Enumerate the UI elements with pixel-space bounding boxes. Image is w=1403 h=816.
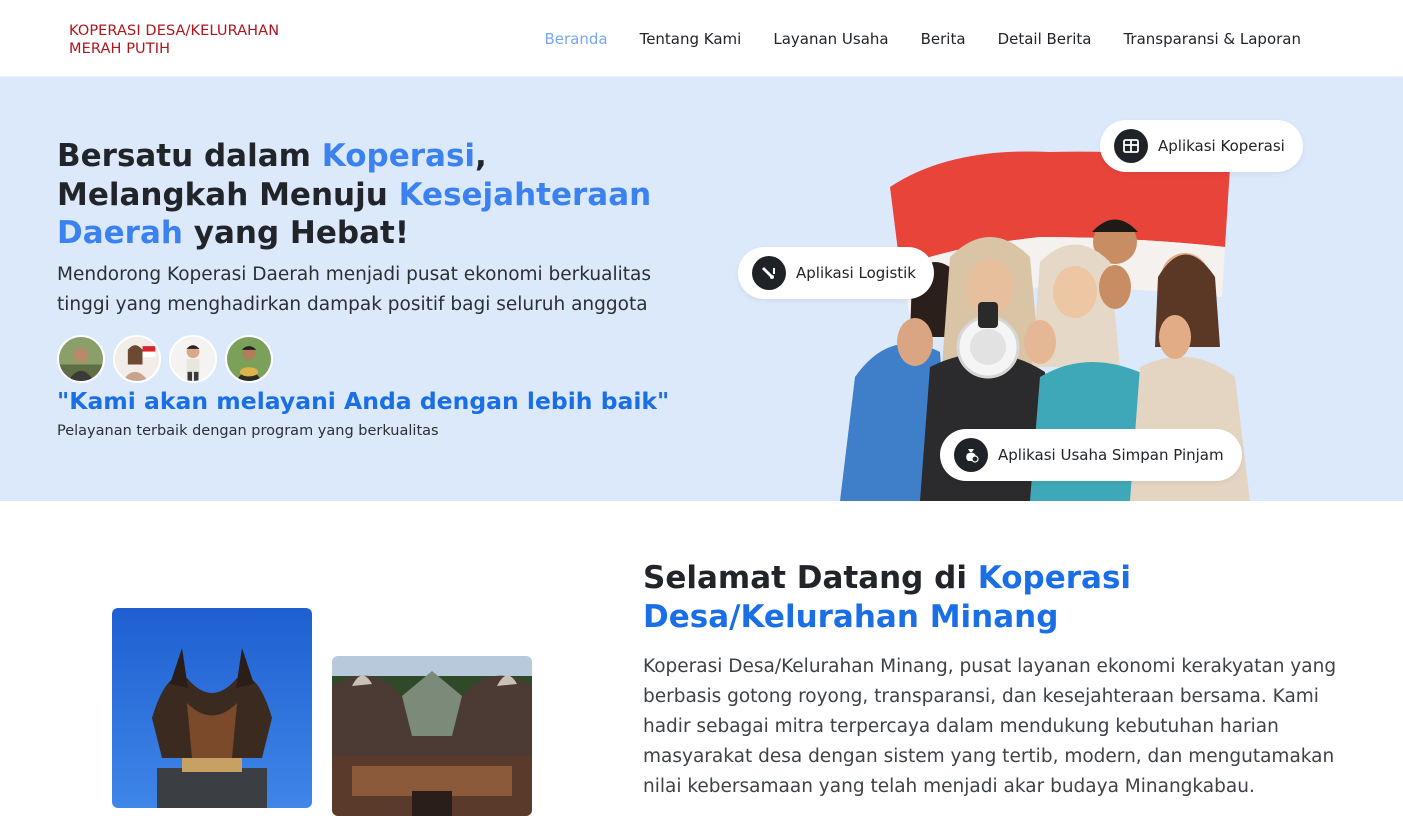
hero-lead: Mendorong Koperasi Daerah menjadi pusat … <box>57 264 651 315</box>
navbar: KOPERASI DESA/KELURAHAN MERAH PUTIH Bera… <box>0 0 1403 77</box>
avatar <box>169 335 217 383</box>
brand-logo-text[interactable]: KOPERASI DESA/KELURAHAN MERAH PUTIH <box>69 22 279 58</box>
avatar <box>225 335 273 383</box>
hero-quote: "Kami akan melayani Anda dengan lebih ba… <box>57 387 670 415</box>
app-logistik-label: Aplikasi Logistik <box>796 264 916 282</box>
hero-title-part: Bersatu dalam <box>57 138 322 174</box>
app-koperasi-badge[interactable]: Aplikasi Koperasi <box>1100 120 1303 172</box>
avatar <box>113 335 161 383</box>
avatar <box>57 335 105 383</box>
truck-icon <box>752 256 786 290</box>
welcome-title: Selamat Datang di Koperasi Desa/Keluraha… <box>643 559 1343 636</box>
rumah-gadang-image-tall <box>112 608 312 808</box>
hero-section: Bersatu dalam Koperasi, Melangkah Menuju… <box>0 77 1403 501</box>
app-simpan-pinjam-label: Aplikasi Usaha Simpan Pinjam <box>998 446 1224 464</box>
app-koperasi-label: Aplikasi Koperasi <box>1158 137 1285 155</box>
welcome-title-part: Selamat Datang di <box>643 560 978 596</box>
brand-line-1: KOPERASI DESA/KELURAHAN <box>69 23 280 39</box>
nav-item-transparansi-laporan[interactable]: Transparansi & Laporan <box>1123 30 1301 48</box>
hero-title-highlight-koperasi: Koperasi <box>321 138 476 174</box>
hero-title: Bersatu dalam Koperasi, Melangkah Menuju… <box>57 137 657 253</box>
nav-item-beranda[interactable]: Beranda <box>544 30 607 48</box>
hero-title-part: yang Hebat! <box>182 215 409 251</box>
nav-item-tentang-kami[interactable]: Tentang Kami <box>640 30 742 48</box>
store-icon <box>1114 129 1148 163</box>
nav-item-berita[interactable]: Berita <box>921 30 966 48</box>
main-nav: Beranda Tentang Kami Layanan Usaha Berit… <box>544 30 1301 48</box>
avatar-group <box>57 335 273 383</box>
hero-quote-subtitle: Pelayanan terbaik dengan program yang be… <box>57 423 439 439</box>
nav-item-layanan-usaha[interactable]: Layanan Usaha <box>773 30 888 48</box>
rumah-gadang-image-wide <box>332 656 532 816</box>
nav-item-detail-berita[interactable]: Detail Berita <box>998 30 1092 48</box>
app-logistik-badge[interactable]: Aplikasi Logistik <box>738 247 934 299</box>
welcome-section: Selamat Datang di Koperasi Desa/Keluraha… <box>0 501 1403 816</box>
brand-line-2: MERAH PUTIH <box>69 41 171 57</box>
money-bag-icon <box>954 438 988 472</box>
app-simpan-pinjam-badge[interactable]: Aplikasi Usaha Simpan Pinjam <box>940 429 1242 481</box>
welcome-body: Koperasi Desa/Kelurahan Minang, pusat la… <box>643 656 1337 797</box>
